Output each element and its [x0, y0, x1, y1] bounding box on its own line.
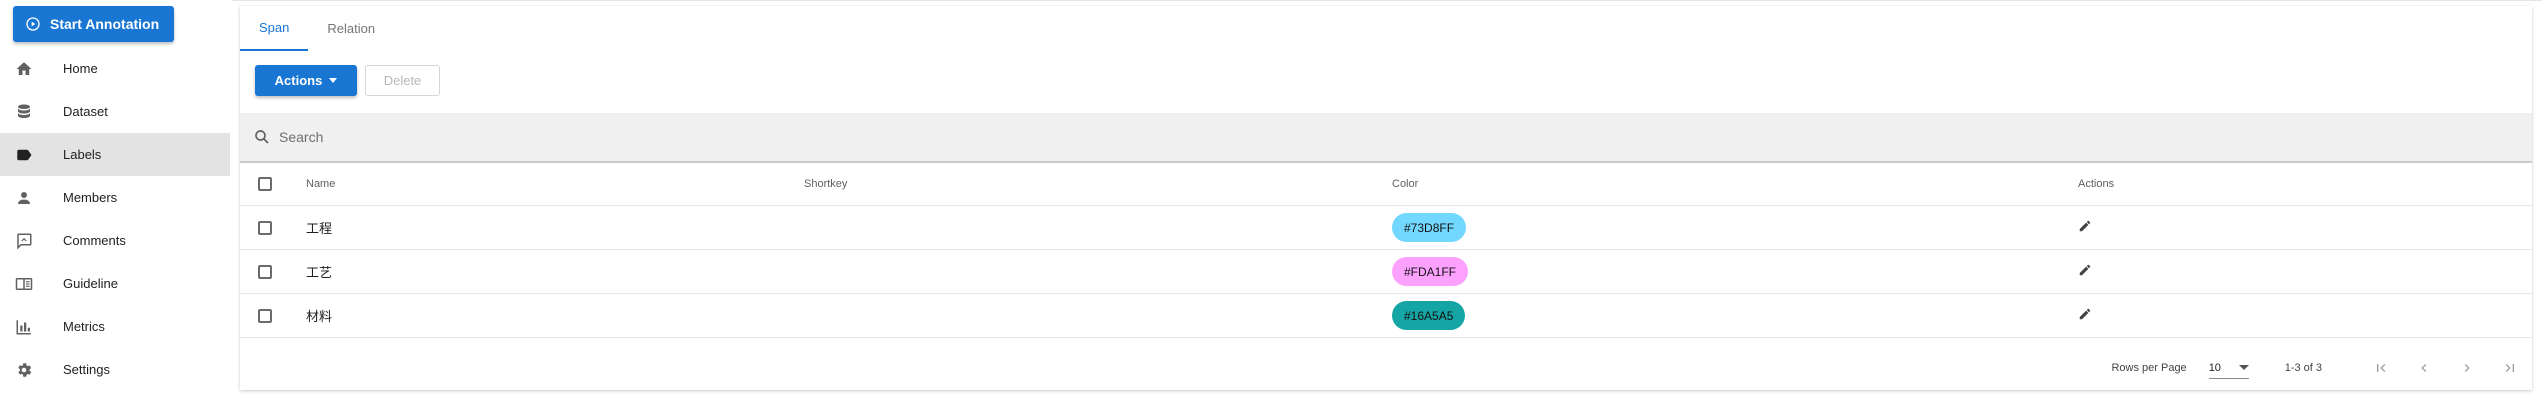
gear-icon: [15, 361, 33, 379]
column-header-shortkey[interactable]: Shortkey: [804, 163, 1392, 206]
rows-per-page-value: 10: [2208, 361, 2221, 374]
label-shortkey: [804, 205, 1392, 250]
toolbar: Actions Delete: [255, 65, 440, 96]
column-header-actions: Actions: [2078, 163, 2532, 206]
sidebar-item-guideline[interactable]: Guideline: [0, 262, 230, 305]
database-icon: [15, 103, 33, 121]
select-all-checkbox[interactable]: [258, 177, 272, 191]
caret-down-icon: [2238, 365, 2249, 370]
rows-per-page-label: Rows per Page: [2111, 362, 2187, 374]
sidebar-item-settings[interactable]: Settings: [0, 348, 230, 391]
sidebar-item-label: Home: [63, 61, 98, 76]
chart-icon: [15, 318, 33, 336]
label-name: 工程: [306, 205, 804, 250]
play-circle-icon: [25, 16, 41, 32]
sidebar-item-label: Comments: [63, 233, 126, 248]
sidebar-nav: Home Dataset Labels Members Comments Gui…: [0, 47, 230, 391]
sidebar-item-dataset[interactable]: Dataset: [0, 90, 230, 133]
labels-card: Span Relation Actions Delete Name Shortk…: [240, 6, 2532, 390]
label-name: 工艺: [306, 249, 804, 294]
actions-label: Actions: [274, 73, 323, 88]
search-input[interactable]: [277, 128, 881, 146]
sidebar-item-label: Metrics: [63, 319, 105, 334]
home-icon: [15, 60, 33, 78]
labels-table: Name Shortkey Color Actions 工程 #73D8FF 工…: [240, 163, 2532, 338]
book-icon: [15, 275, 33, 293]
comment-icon: [15, 232, 33, 250]
sidebar-item-home[interactable]: Home: [0, 47, 230, 90]
sidebar-item-label: Members: [63, 190, 118, 205]
label-icon: [15, 146, 33, 164]
sidebar-item-label: Labels: [63, 147, 102, 162]
account-icon: [15, 189, 33, 207]
pencil-icon[interactable]: [2078, 307, 2092, 321]
pencil-icon[interactable]: [2078, 263, 2092, 277]
label-name: 材料: [306, 293, 804, 338]
column-header-name[interactable]: Name: [306, 163, 804, 206]
next-page-icon[interactable]: [2458, 359, 2476, 377]
top-divider: [0, 0, 2542, 1]
sidebar-item-metrics[interactable]: Metrics: [0, 305, 230, 348]
sidebar-item-members[interactable]: Members: [0, 176, 230, 219]
sidebar-item-label: Dataset: [63, 104, 108, 119]
delete-button[interactable]: Delete: [365, 65, 440, 96]
first-page-icon[interactable]: [2372, 359, 2390, 377]
page-range-text: 1-3 of 3: [2284, 362, 2322, 374]
table-row: 工艺 #FDA1FF: [240, 249, 2532, 294]
caret-down-icon: [329, 78, 338, 83]
color-chip: #73D8FF: [1392, 213, 1467, 242]
actions-button[interactable]: Actions: [255, 65, 357, 96]
search-bar: [240, 113, 2532, 163]
color-chip: #FDA1FF: [1392, 257, 1469, 286]
label-shortkey: [804, 249, 1392, 294]
search-icon: [253, 128, 271, 146]
rows-per-page-select[interactable]: 10: [2208, 357, 2249, 379]
table-row: 材料 #16A5A5: [240, 293, 2532, 338]
sidebar-item-comments[interactable]: Comments: [0, 219, 230, 262]
row-checkbox[interactable]: [258, 264, 272, 279]
tab-relation[interactable]: Relation: [308, 6, 394, 51]
table-header-row: Name Shortkey Color Actions: [240, 163, 2532, 206]
tab-bar: Span Relation: [240, 6, 394, 51]
previous-page-icon[interactable]: [2415, 359, 2433, 377]
sidebar-item-label: Settings: [63, 362, 110, 377]
sidebar: Start Annotation Home Dataset Labels Mem…: [0, 0, 232, 411]
sidebar-item-label: Guideline: [63, 276, 118, 291]
pencil-icon[interactable]: [2078, 219, 2092, 233]
label-shortkey: [804, 293, 1392, 338]
sidebar-item-labels[interactable]: Labels: [0, 133, 230, 176]
column-header-color[interactable]: Color: [1392, 163, 2078, 206]
table-footer: Rows per Page 10 1-3 of 3: [240, 347, 2532, 389]
app-root: Start Annotation Home Dataset Labels Mem…: [0, 0, 2542, 411]
start-annotation-button[interactable]: Start Annotation: [13, 6, 174, 42]
row-checkbox[interactable]: [258, 220, 272, 235]
color-chip: #16A5A5: [1392, 301, 1466, 330]
start-annotation-label: Start Annotation: [50, 16, 160, 32]
row-checkbox[interactable]: [258, 308, 272, 323]
tab-span[interactable]: Span: [240, 6, 309, 51]
last-page-icon[interactable]: [2501, 359, 2519, 377]
table-row: 工程 #73D8FF: [240, 205, 2532, 250]
